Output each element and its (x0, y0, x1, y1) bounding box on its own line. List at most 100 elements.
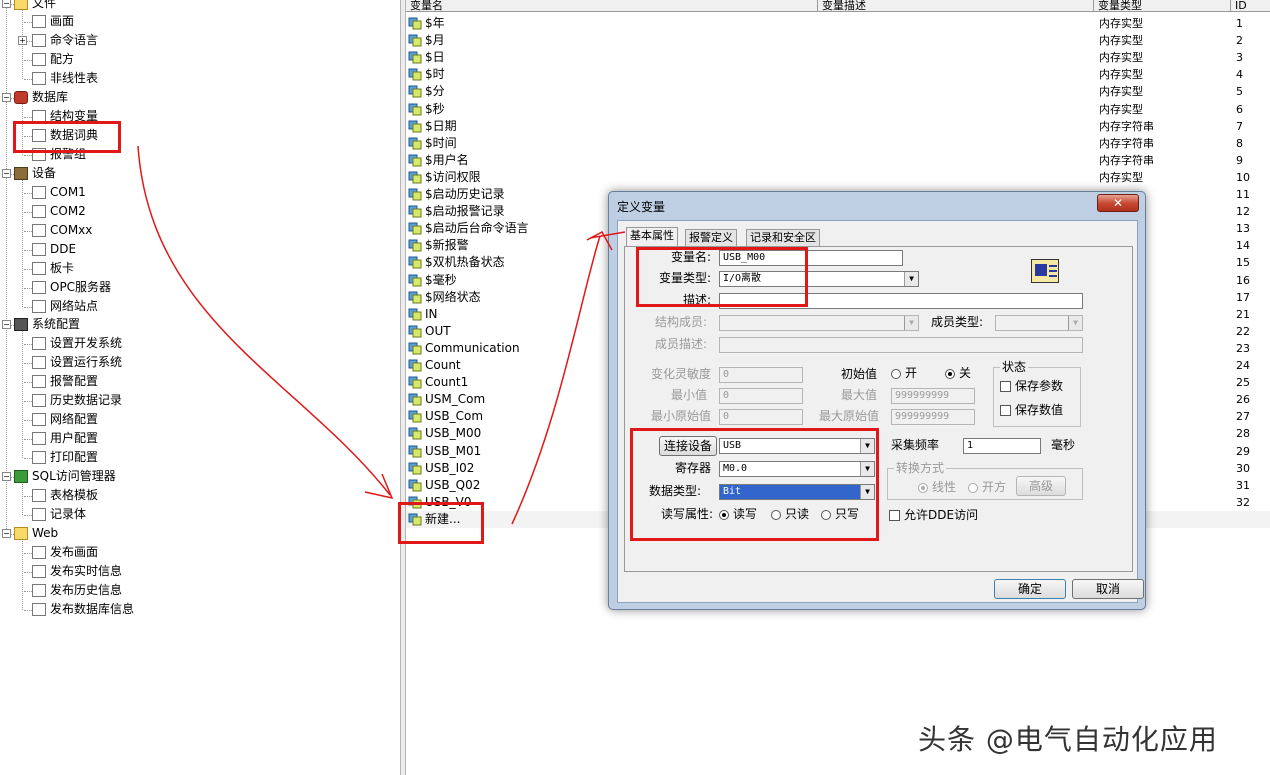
chevron-down-icon[interactable]: ▼ (860, 439, 874, 453)
chevron-down-icon[interactable]: ▼ (860, 485, 874, 499)
tree-connector (24, 288, 32, 289)
linear-radio[interactable]: 线性 (918, 479, 956, 495)
collapse-icon[interactable]: − (2, 0, 11, 8)
sqrt-radio[interactable]: 开方 (968, 479, 1006, 495)
chevron-down-icon[interactable]: ▼ (904, 316, 918, 330)
table-row[interactable]: $时间 内存字符串 8 (406, 135, 1270, 152)
cancel-button[interactable]: 取消 (1072, 579, 1144, 599)
screen-icon (32, 15, 46, 28)
tree-item[interactable]: 结构变量 (32, 107, 98, 126)
column-header-id[interactable]: ID (1231, 0, 1270, 12)
tree-item[interactable]: 设置开发系统 (32, 334, 122, 353)
table-row[interactable]: $日 内存实型 3 (406, 49, 1270, 66)
radio-icon (891, 368, 901, 379)
initial-off-radio[interactable]: 关 (945, 365, 971, 381)
close-icon[interactable]: ✕ (1097, 194, 1139, 212)
connect-device-button[interactable]: 连接设备 (659, 436, 717, 456)
tree-item[interactable]: 设备 (14, 164, 56, 183)
tree-item[interactable]: 用户配置 (32, 429, 98, 448)
tree-item[interactable]: 报警组 (32, 145, 86, 164)
collapse-icon[interactable]: − (2, 529, 11, 538)
column-header-desc[interactable]: 变量描述 (818, 0, 1094, 12)
tree-item[interactable]: Web (14, 524, 58, 543)
member-type-select[interactable]: ▼ (995, 315, 1083, 331)
allow-dde-checkbox[interactable]: 允许DDE访问 (889, 507, 978, 523)
tree-item[interactable]: 系统配置 (14, 315, 80, 334)
table-row[interactable]: $时 内存实型 4 (406, 66, 1270, 83)
table-row[interactable]: $年 内存实型 1 (406, 15, 1270, 32)
collapse-icon[interactable]: − (2, 472, 11, 481)
struct-member-select[interactable]: ▼ (719, 315, 919, 331)
expand-icon[interactable]: + (18, 36, 27, 45)
collapse-icon[interactable]: − (2, 320, 11, 329)
tree-item[interactable]: 发布画面 (32, 543, 98, 562)
tree-item[interactable]: 发布数据库信息 (32, 600, 134, 619)
tree-connector (24, 382, 32, 383)
rw-readwrite-radio[interactable]: 读写 (719, 506, 757, 522)
tree-item[interactable]: 数据库 (14, 88, 68, 107)
column-header-type[interactable]: 变量类型 (1094, 0, 1231, 12)
tree-item[interactable]: 非线性表 (32, 69, 98, 88)
tree-item[interactable]: 打印配置 (32, 448, 98, 467)
save-value-checkbox[interactable]: 保存数值 (1000, 402, 1063, 418)
tree-item[interactable]: 数据词典 (32, 126, 98, 145)
tree-item[interactable]: 网络配置 (32, 410, 98, 429)
tree-connector (24, 610, 32, 611)
chevron-down-icon[interactable]: ▼ (904, 272, 918, 286)
tree-item[interactable]: 网络站点 (32, 297, 98, 316)
column-header-name[interactable]: 变量名 (406, 0, 818, 12)
register-select[interactable]: M0.0 ▼ (719, 461, 875, 477)
tree-item[interactable]: 板卡 (32, 259, 74, 278)
min-raw-input[interactable]: 0 (719, 409, 803, 425)
table-row[interactable]: $访问权限 内存实型 10 (406, 169, 1270, 186)
tree-item[interactable]: COMxx (32, 221, 92, 240)
tab-record-security[interactable]: 记录和安全区 (746, 229, 820, 246)
var-type-select[interactable]: I/O离散 ▼ (719, 271, 919, 287)
variable-name: USB_Q02 (425, 477, 481, 492)
tree-item[interactable]: OPC服务器 (32, 278, 111, 297)
ok-button[interactable]: 确定 (994, 579, 1066, 599)
tab-alarm[interactable]: 报警定义 (685, 229, 737, 246)
tree-item[interactable]: 命令语言 (32, 31, 98, 50)
collapse-icon[interactable]: − (2, 93, 11, 102)
tree-item[interactable]: 配方 (32, 50, 74, 69)
tree-item[interactable]: COM1 (32, 183, 86, 202)
min-input[interactable]: 0 (719, 388, 803, 404)
datatype-select[interactable]: Bit ▼ (719, 484, 875, 500)
table-row[interactable]: $用户名 内存字符串 9 (406, 152, 1270, 169)
chevron-down-icon[interactable]: ▼ (1068, 316, 1082, 330)
table-row[interactable]: $分 内存实型 5 (406, 83, 1270, 100)
member-desc-input[interactable] (719, 337, 1083, 353)
tree-item[interactable]: 发布实时信息 (32, 562, 122, 581)
device-select[interactable]: USB ▼ (719, 438, 875, 454)
variable-property-icon (1031, 259, 1059, 283)
table-row[interactable]: $日期 内存字符串 7 (406, 118, 1270, 135)
variable-name: $毫秒 (425, 272, 457, 287)
sample-rate-input[interactable]: 1 (963, 438, 1041, 454)
table-row[interactable]: $秒 内存实型 6 (406, 101, 1270, 118)
tree-item[interactable]: COM2 (32, 202, 86, 221)
rw-writeonly-radio[interactable]: 只写 (821, 506, 859, 522)
max-raw-input[interactable]: 999999999 (891, 409, 975, 425)
tree-item[interactable]: 画面 (32, 12, 74, 31)
advanced-button[interactable]: 高级 (1016, 476, 1066, 496)
tab-basic[interactable]: 基本属性 (626, 227, 678, 247)
table-row[interactable]: $月 内存实型 2 (406, 32, 1270, 49)
tree-item[interactable]: DDE (32, 240, 76, 259)
tree-item[interactable]: 记录体 (32, 505, 86, 524)
initial-on-radio[interactable]: 开 (891, 365, 917, 381)
save-param-checkbox[interactable]: 保存参数 (1000, 378, 1063, 394)
tree-item[interactable]: SQL访问管理器 (14, 467, 116, 486)
max-input[interactable]: 999999999 (891, 388, 975, 404)
tree-item[interactable]: 发布历史信息 (32, 581, 122, 600)
collapse-icon[interactable]: − (2, 169, 11, 178)
sensitivity-input[interactable]: 0 (719, 367, 803, 383)
tree-item[interactable]: 历史数据记录 (32, 391, 122, 410)
desc-input[interactable] (719, 293, 1083, 309)
tree-item[interactable]: 设置运行系统 (32, 353, 122, 372)
rw-readonly-radio[interactable]: 只读 (771, 506, 809, 522)
chevron-down-icon[interactable]: ▼ (860, 462, 874, 476)
tree-item[interactable]: 报警配置 (32, 372, 98, 391)
var-name-input[interactable]: USB_M00 (719, 250, 903, 266)
tree-item[interactable]: 表格模板 (32, 486, 98, 505)
